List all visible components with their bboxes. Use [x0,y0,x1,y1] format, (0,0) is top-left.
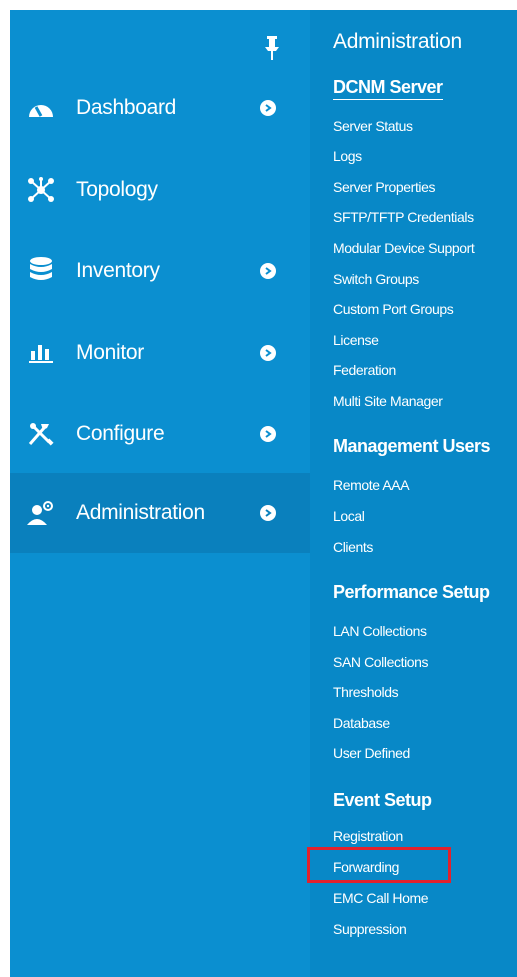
menu-link[interactable]: Server Properties [333,179,436,195]
menu-link[interactable]: Multi Site Manager [333,393,443,409]
section-heading-event-setup: Event Setup [333,790,432,810]
admin-user-gear-icon [26,498,56,528]
pin-icon[interactable] [265,36,279,62]
database-icon [26,256,56,286]
nav-label: Inventory [76,259,160,282]
menu-link[interactable]: EMC Call Home [333,890,429,906]
nav-label: Dashboard [76,96,177,119]
tools-icon [26,419,56,449]
menu-link[interactable]: Remote AAA [333,477,410,493]
chevron-right-icon [260,263,276,279]
chevron-right-icon [260,100,276,116]
nav-item-topology[interactable]: Topology [10,150,310,230]
nav-item-inventory[interactable]: Inventory [10,231,310,311]
menu-link[interactable]: Registration [333,828,403,844]
bar-chart-icon [26,338,56,368]
menu-link[interactable]: License [333,332,379,348]
chevron-right-icon [260,426,276,442]
forwarding-highlight-box [307,847,451,883]
section-heading-dcnm-server: DCNM Server [333,77,443,100]
menu-link[interactable]: SFTP/TFTP Credentials [333,209,474,225]
section-heading-management-users: Management Users [333,436,491,456]
left-nav: Dashboard Topology Inventory Monitor Con… [10,10,310,977]
dashboard-gauge-icon [26,93,56,123]
navigation-menu: Dashboard Topology Inventory Monitor Con… [10,10,517,977]
nav-label: Configure [76,422,165,445]
nav-item-dashboard[interactable]: Dashboard [10,68,310,148]
menu-link[interactable]: Clients [333,539,373,555]
menu-link[interactable]: Suppression [333,921,407,937]
menu-link[interactable]: SAN Collections [333,654,429,670]
topology-icon [26,175,56,205]
nav-item-configure[interactable]: Configure [10,394,310,474]
chevron-right-icon [260,345,276,361]
menu-link[interactable]: Federation [333,362,396,378]
chevron-right-icon [260,505,276,521]
administration-submenu: Administration DCNM Server Server Status… [310,10,517,977]
menu-link[interactable]: Switch Groups [333,271,419,287]
menu-link[interactable]: Thresholds [333,684,399,700]
submenu-title: Administration [333,30,462,53]
menu-link[interactable]: Server Status [333,118,413,134]
nav-item-administration[interactable]: Administration [10,473,310,553]
menu-link[interactable]: Database [333,715,390,731]
menu-link[interactable]: User Defined [333,745,410,761]
menu-link[interactable]: Local [333,508,365,524]
nav-label: Topology [76,178,158,201]
section-heading-performance-setup: Performance Setup [333,582,490,602]
menu-link[interactable]: Custom Port Groups [333,301,454,317]
nav-label: Administration [76,501,205,524]
menu-link[interactable]: Modular Device Support [333,240,475,256]
nav-item-monitor[interactable]: Monitor [10,313,310,393]
menu-link[interactable]: LAN Collections [333,623,427,639]
menu-link[interactable]: Logs [333,148,362,164]
nav-label: Monitor [76,341,144,364]
